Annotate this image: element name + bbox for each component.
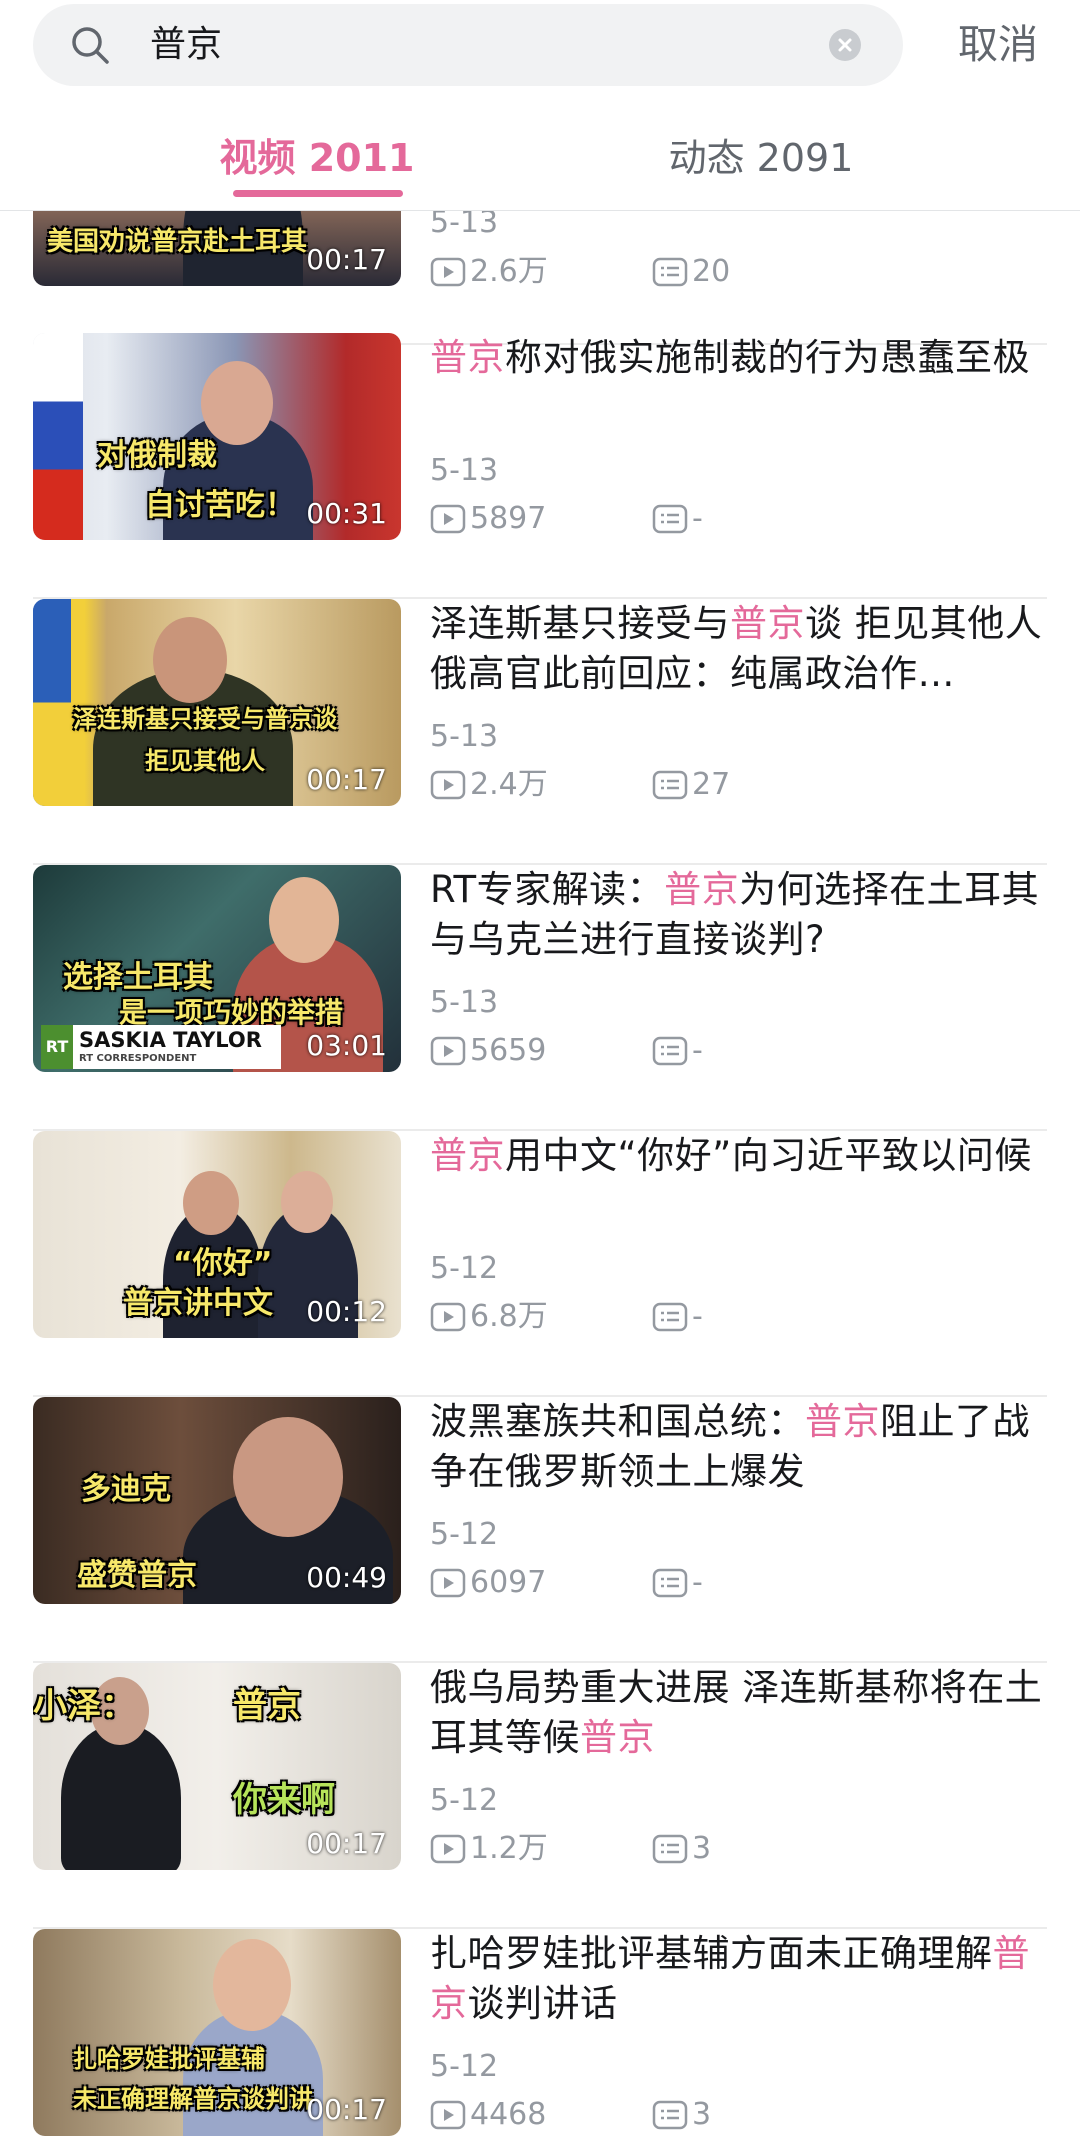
clear-icon[interactable] [829, 29, 861, 61]
play-count: 2.6万 [430, 254, 548, 290]
comment-count: - [652, 501, 703, 537]
video-duration: 00:12 [306, 1295, 387, 1328]
list-item[interactable]: 泽连斯基只接受与普京谈 拒见其他人 00:17 泽连斯基只接受与普京谈 拒见其他… [0, 599, 1080, 865]
comment-count-icon [652, 257, 688, 287]
thumbnail-caption: 自讨苦吃！ [145, 488, 295, 523]
video-duration: 00:31 [306, 497, 387, 530]
name-banner: RT SASKIA TAYLOR RT CORRESPONDENT [41, 1025, 281, 1069]
comment-count-icon [652, 1302, 688, 1332]
play-count: 1.2万 [430, 1831, 548, 1867]
video-duration: 00:17 [306, 2093, 387, 2126]
comment-count-icon [652, 1036, 688, 1066]
comment-count: - [652, 1033, 703, 1069]
thumbnail-caption: 普京讲中文 [123, 1286, 273, 1321]
video-title[interactable]: 俄乌局势重大进展 泽连斯基称将在土耳其等候普京 [430, 1663, 1050, 1763]
list-item[interactable]: 美国劝说普京赴土耳其 00:17 5-13 2.6万 20 [0, 211, 1080, 345]
video-duration: 00:17 [306, 1827, 387, 1860]
video-thumbnail[interactable]: 选择土耳其 是一项巧妙的举措 RT SASKIA TAYLOR RT CORRE… [33, 865, 401, 1072]
video-thumbnail[interactable]: 对俄制裁 自讨苦吃！ 00:31 [33, 333, 401, 540]
play-count-icon [430, 1036, 466, 1066]
thumbnail-caption: 你来啊 [233, 1780, 335, 1820]
video-result-list[interactable]: 美国劝说普京赴土耳其 00:17 5-13 2.6万 20 对俄制裁 自讨苦吃！… [0, 211, 1080, 2155]
play-count-icon [430, 257, 466, 287]
thumbnail-caption: 泽连斯基只接受与普京谈 [73, 705, 337, 733]
publish-date: 5-12 [430, 2049, 499, 2084]
video-duration: 00:17 [306, 243, 387, 276]
cancel-button[interactable]: 取消 [948, 4, 1048, 86]
comment-count: - [652, 1299, 703, 1335]
thumbnail-caption: 盛赞普京 [77, 1558, 197, 1593]
list-item[interactable]: “你好” 普京讲中文 00:12 普京用中文“你好”向习近平致以问候 5-12 … [0, 1131, 1080, 1397]
comment-count: 27 [652, 767, 730, 803]
video-title[interactable]: 泽连斯基只接受与普京谈 拒见其他人俄高官此前回应：纯属政治作… [430, 599, 1050, 699]
publish-date: 5-13 [430, 211, 499, 240]
video-title[interactable]: RT专家解读：普京为何选择在土耳其与乌克兰进行直接谈判? [430, 865, 1050, 965]
comment-count: 20 [652, 254, 730, 290]
play-count-icon [430, 1568, 466, 1598]
rt-logo: RT [41, 1025, 73, 1069]
video-title[interactable]: 普京称对俄实施制裁的行为愚蠢至极 [430, 333, 1050, 383]
video-thumbnail[interactable]: 小泽： 普京 你来啊 00:17 [33, 1663, 401, 1870]
video-duration: 00:17 [306, 763, 387, 796]
comment-count-icon [652, 1568, 688, 1598]
play-count: 4468 [430, 2097, 546, 2133]
thumbnail-caption: 拒见其他人 [145, 747, 265, 775]
list-item[interactable]: 小泽： 普京 你来啊 00:17 俄乌局势重大进展 泽连斯基称将在土耳其等候普京… [0, 1663, 1080, 1929]
publish-date: 5-13 [430, 985, 499, 1020]
publish-date: 5-13 [430, 719, 499, 754]
play-count: 5897 [430, 501, 546, 537]
comment-count-icon [652, 2100, 688, 2130]
video-duration: 03:01 [306, 1029, 387, 1062]
search-icon [72, 27, 109, 64]
video-title[interactable]: 扎哈罗娃批评基辅方面未正确理解普京谈判讲话 [430, 1929, 1050, 2029]
list-item[interactable]: 多迪克 盛赞普京 00:49 波黑塞族共和国总统：普京阻止了战争在俄罗斯领土上爆… [0, 1397, 1080, 1663]
thumbnail-caption: 选择土耳其 [63, 960, 213, 995]
play-count: 6097 [430, 1565, 546, 1601]
video-title[interactable]: 波黑塞族共和国总统：普京阻止了战争在俄罗斯领土上爆发 [430, 1397, 1050, 1497]
play-count-icon [430, 2100, 466, 2130]
publish-date: 5-12 [430, 1251, 499, 1286]
thumbnail-caption: 普京 [233, 1686, 301, 1726]
list-item[interactable]: 扎哈罗娃批评基辅 未正确理解普京谈判讲 00:17 扎哈罗娃批评基辅方面未正确理… [0, 1929, 1080, 2155]
search-input[interactable]: 普京 [150, 4, 222, 86]
comment-count: 3 [652, 1831, 711, 1867]
video-thumbnail[interactable]: 泽连斯基只接受与普京谈 拒见其他人 00:17 [33, 599, 401, 806]
thumbnail-caption: 对俄制裁 [97, 438, 217, 473]
thumbnail-caption: 是一项巧妙的举措 [119, 996, 344, 1029]
thumbnail-caption: 未正确理解普京谈判讲 [73, 2085, 313, 2113]
search-bar[interactable]: 普京 [33, 4, 903, 86]
play-count-icon [430, 1302, 466, 1332]
video-title[interactable]: 普京用中文“你好”向习近平致以问候 [430, 1131, 1050, 1181]
result-tabs: 视频 2011 动态 2091 [0, 118, 1080, 210]
thumbnail-caption: 美国劝说普京赴土耳其 [47, 227, 308, 257]
comment-count: 3 [652, 2097, 711, 2133]
video-duration: 00:49 [306, 1561, 387, 1594]
video-thumbnail[interactable]: 多迪克 盛赞普京 00:49 [33, 1397, 401, 1604]
list-item[interactable]: 对俄制裁 自讨苦吃！ 00:31 普京称对俄实施制裁的行为愚蠢至极 5-13 5… [0, 333, 1080, 599]
play-count-icon [430, 1834, 466, 1864]
publish-date: 5-13 [430, 453, 499, 488]
thumbnail-caption: 小泽： [33, 1686, 135, 1726]
thumbnail-caption: 多迪克 [81, 1472, 171, 1507]
tab-video[interactable]: 视频 2011 [117, 118, 517, 198]
video-thumbnail[interactable]: 美国劝说普京赴土耳其 00:17 [33, 211, 401, 286]
list-item[interactable]: 选择土耳其 是一项巧妙的举措 RT SASKIA TAYLOR RT CORRE… [0, 865, 1080, 1131]
comment-count-icon [652, 770, 688, 800]
comment-count: - [652, 1565, 703, 1601]
video-thumbnail[interactable]: “你好” 普京讲中文 00:12 [33, 1131, 401, 1338]
play-count: 5659 [430, 1033, 546, 1069]
comment-count-icon [652, 504, 688, 534]
video-thumbnail[interactable]: 扎哈罗娃批评基辅 未正确理解普京谈判讲 00:17 [33, 1929, 401, 2136]
play-count-icon [430, 770, 466, 800]
play-count: 6.8万 [430, 1299, 548, 1335]
comment-count-icon [652, 1834, 688, 1864]
publish-date: 5-12 [430, 1517, 499, 1552]
active-tab-indicator [233, 190, 403, 197]
tab-dynamic[interactable]: 动态 2091 [561, 118, 961, 198]
publish-date: 5-12 [430, 1783, 499, 1818]
thumbnail-caption: 扎哈罗娃批评基辅 [73, 2045, 265, 2073]
play-count: 2.4万 [430, 767, 548, 803]
play-count-icon [430, 504, 466, 534]
thumbnail-caption: “你好” [173, 1246, 273, 1281]
